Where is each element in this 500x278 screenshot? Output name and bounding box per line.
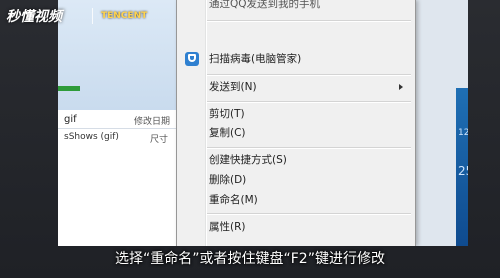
menu-item-properties[interactable]: 属性(R) — [207, 217, 409, 237]
menu-separator — [207, 101, 411, 103]
menu-separator — [207, 147, 411, 149]
submenu-arrow-icon — [399, 84, 403, 90]
watermark-divider — [92, 8, 93, 24]
menu-separator — [207, 74, 411, 76]
watermark-badge: TENCENT — [101, 11, 148, 21]
menu-item-send-to-phone[interactable]: 通过QQ发送到我的手机 — [207, 0, 409, 14]
menu-item-copy[interactable]: 复制(C) — [207, 123, 409, 143]
menu-separator — [207, 213, 411, 215]
menu-item-rename[interactable]: 重命名(M) — [207, 190, 409, 210]
file-list-pane — [58, 110, 178, 246]
menu-item-delete[interactable]: 删除(D) — [207, 170, 409, 190]
desktop-number: 25 — [458, 164, 468, 178]
desktop-number: 12 — [458, 128, 468, 138]
menu-item-create-shortcut[interactable]: 创建快捷方式(S) — [207, 150, 409, 170]
shield-icon — [185, 52, 199, 66]
menu-item-send-to[interactable]: 发送到(N) — [207, 77, 409, 97]
screen: gif sShows (gif) 修改日期 尺寸 12 25 通过QQ发送到我的… — [58, 0, 468, 246]
menu-separator — [207, 20, 411, 22]
progress-indicator — [58, 86, 80, 91]
list-divider — [58, 128, 178, 129]
menu-item-cut[interactable]: 剪切(T) — [207, 104, 409, 124]
column-modified[interactable]: 修改日期 — [134, 114, 170, 127]
file-type[interactable]: sShows (gif) — [64, 132, 119, 142]
watermark-logo: 秒懂视频 — [6, 9, 62, 25]
video-caption: 选择“重命名”或者按住键盘“F2”键进行修改 — [115, 251, 385, 267]
menu-item-scan-virus[interactable]: 扫描病毒(电脑管家) — [207, 49, 409, 69]
context-menu: 通过QQ发送到我的手机 扫描病毒(电脑管家) 发送到(N) 剪切(T) 复制(C… — [176, 0, 416, 246]
menu-item-label: 发送到(N) — [209, 81, 257, 93]
file-name[interactable]: gif — [64, 114, 77, 125]
column-size[interactable]: 尺寸 — [150, 132, 168, 145]
